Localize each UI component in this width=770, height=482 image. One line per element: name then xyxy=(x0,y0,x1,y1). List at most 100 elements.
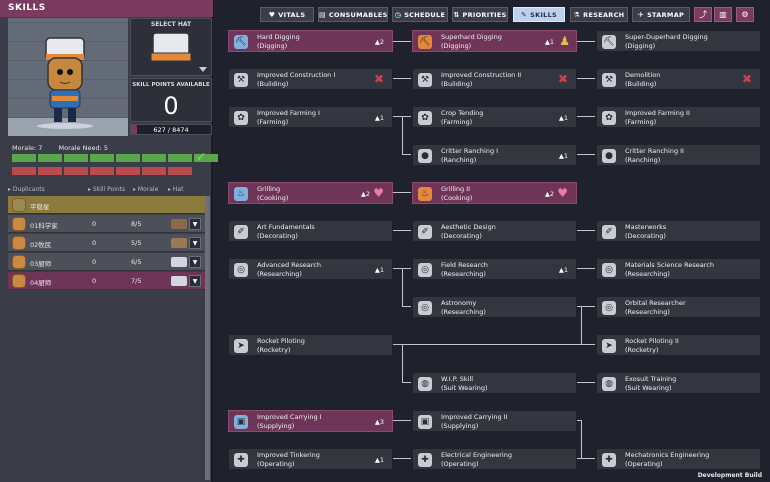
skills-side-panel: SKILLS SELECT HAT SKILL POINTS AVAILABLE… xyxy=(0,0,218,482)
interest-heart-icon: ♥ xyxy=(373,186,384,200)
pickaxe-icon: ⛏ xyxy=(234,35,248,49)
checkmark-icon: ✔ xyxy=(196,150,207,164)
hammer-icon: ⚒ xyxy=(418,73,432,87)
skill-masterworks[interactable]: ✐ Masterworks (Decorating) xyxy=(596,220,761,242)
skill-superhard-digging[interactable]: ⛏ Superhard Digging (Digging) ▲1 ♟ xyxy=(412,30,577,52)
report-chart-icon[interactable]: ⤴ xyxy=(694,7,712,22)
skill-rocket-piloting-2[interactable]: ➤ Rocket Piloting II (Rocketry) xyxy=(596,334,761,356)
skill-improved-carrying-2[interactable]: ▣ Improved Carrying II (Supplying) xyxy=(412,410,577,432)
skill-critter-ranching-2[interactable]: ● Critter Ranching II (Ranching) xyxy=(596,144,761,166)
duplicant-face-icon xyxy=(12,274,26,288)
skill-rocket-piloting[interactable]: ➤ Rocket Piloting (Rocketry) xyxy=(228,334,393,356)
hat-dropdown-button[interactable]: ▼ xyxy=(189,256,201,268)
tab-vitals[interactable]: ♥ VITALS xyxy=(260,7,314,22)
flask-icon: ⚗ xyxy=(573,11,581,19)
experience-bar: 627 / 8474 xyxy=(130,124,212,135)
duplicant-portrait xyxy=(8,18,128,136)
morale-need-bar-red xyxy=(142,167,166,175)
locked-x-icon: ✖ xyxy=(557,72,568,86)
duplicant-row[interactable]: 03厨师 0 6/5 ▼ xyxy=(8,253,205,271)
wrench-icon: ✚ xyxy=(234,453,248,467)
tab-consumables[interactable]: ▤ CONSUMABLES xyxy=(318,7,388,22)
morale-need-bar-red xyxy=(12,167,36,175)
skill-critter-ranching-1[interactable]: ● Critter Ranching I (Ranching) ▲1 xyxy=(412,144,577,166)
tab-priorities[interactable]: ⇅ PRIORITIES xyxy=(452,7,508,22)
skill-electrical-engineering[interactable]: ✚ Electrical Engineering (Operating) xyxy=(412,448,577,470)
morale-row: Morale: 7 Morale Need: 5 xyxy=(12,144,122,152)
skill-wip-skill[interactable]: ◍ W.I.P. Skill (Suit Wearing) xyxy=(412,372,577,394)
pickaxe-icon: ⛏ xyxy=(602,35,616,49)
hat-dropdown-button[interactable]: ▼ xyxy=(189,275,201,287)
duplicant-face-icon xyxy=(12,255,26,269)
codex-book-icon[interactable]: ▥ xyxy=(714,7,732,22)
plant-icon: ✿ xyxy=(234,111,248,125)
hat-selector[interactable]: SELECT HAT xyxy=(130,18,212,76)
plant-icon: ✿ xyxy=(418,111,432,125)
list-scrollbar[interactable] xyxy=(205,196,210,480)
skill-mechatronics-engineering[interactable]: ✚ Mechatronics Engineering (Operating) xyxy=(596,448,761,470)
skill-grilling[interactable]: ♨ Grilling (Cooking) ▲2 ♥ xyxy=(228,182,393,204)
duplicant-face-icon xyxy=(12,217,26,231)
header-duplicants[interactable]: ▸ Duplicants xyxy=(8,186,45,193)
research-icon: ◎ xyxy=(234,263,248,277)
skill-astronomy[interactable]: ◎ Astronomy (Researching) xyxy=(412,296,577,318)
skill-hard-digging[interactable]: ⛏ Hard Digging (Digging) ▲2 xyxy=(228,30,393,52)
mastery-count: ▲1 xyxy=(374,456,384,464)
colony-group-row: 平稳星 xyxy=(8,196,205,214)
tab-schedule[interactable]: ◷ SCHEDULE xyxy=(392,7,448,22)
mastery-count: ▲1 xyxy=(558,266,568,274)
morale-need-label: Morale Need: 5 xyxy=(58,144,109,152)
skill-materials-science-research[interactable]: ◎ Materials Science Research (Researching) xyxy=(596,258,761,280)
panel-title: SKILLS xyxy=(0,0,213,17)
skill-aesthetic-design[interactable]: ✐ Aesthetic Design (Decorating) xyxy=(412,220,577,242)
skill-points-value: 0 xyxy=(163,92,179,120)
header-hat[interactable]: ▸ Hat xyxy=(168,186,183,193)
skill-advanced-research[interactable]: ◎ Advanced Research (Researching) ▲1 xyxy=(228,258,393,280)
hat-dropdown-button[interactable]: ▼ xyxy=(189,237,201,249)
research-icon: ◎ xyxy=(418,263,432,277)
mastery-count: ▲1 xyxy=(558,152,568,160)
tab-research[interactable]: ⚗ RESEARCH xyxy=(570,7,628,22)
skill-improved-farming-2[interactable]: ✿ Improved Farming II (Farming) xyxy=(596,106,761,128)
tab-starmap[interactable]: ✈ STARMAP xyxy=(632,7,690,22)
header-skill-points[interactable]: ▸ Skill Points xyxy=(88,186,125,193)
clock-icon: ◷ xyxy=(394,11,402,19)
skill-improved-construction-1[interactable]: ⚒ Improved Construction I (Building) ✖ xyxy=(228,68,393,90)
cooking-icon: ♨ xyxy=(234,187,248,201)
priorities-icon: ⇅ xyxy=(453,11,460,19)
skill-demolition[interactable]: ⚒ Demolition (Building) ✖ xyxy=(596,68,761,90)
experience-text: 627 / 8474 xyxy=(153,126,189,134)
skill-improved-tinkering[interactable]: ✚ Improved Tinkering (Operating) ▲1 xyxy=(228,448,393,470)
morale-bar-green xyxy=(64,154,88,162)
duplicant-row[interactable]: 02牧民 0 5/5 ▼ xyxy=(8,234,205,252)
brush-icon: ✐ xyxy=(418,225,432,239)
skill-exosuit-training[interactable]: ◍ Exosuit Training (Suit Wearing) xyxy=(596,372,761,394)
morale-need-bar-red xyxy=(116,167,140,175)
skill-improved-farming-1[interactable]: ✿ Improved Farming I (Farming) ▲1 xyxy=(228,106,393,128)
research-icon: ◎ xyxy=(418,301,432,315)
skill-art-fundamentals[interactable]: ✐ Art Fundamentals (Decorating) xyxy=(228,220,393,242)
morale-bar-green xyxy=(90,154,114,162)
settings-gear-icon[interactable]: ⚙ xyxy=(736,7,754,22)
duplicant-row-selected[interactable]: 04厨师 0 7/5 ▼ xyxy=(8,272,205,290)
skill-grilling-2[interactable]: ♨ Grilling II (Cooking) ▲2 ♥ xyxy=(412,182,577,204)
morale-need-bar-red xyxy=(64,167,88,175)
skill-improved-construction-2[interactable]: ⚒ Improved Construction II (Building) ✖ xyxy=(412,68,577,90)
tab-skills[interactable]: ✎ SKILLS xyxy=(513,7,565,22)
skill-super-duperhard-digging[interactable]: ⛏ Super-Duperhard Digging (Digging) xyxy=(596,30,761,52)
header-morale[interactable]: ▸ Morale xyxy=(133,186,158,193)
skill-field-research[interactable]: ◎ Field Research (Researching) ▲1 xyxy=(412,258,577,280)
hat-dropdown-button[interactable]: ▼ xyxy=(189,218,201,230)
chef-hat-icon xyxy=(150,32,207,72)
skill-crop-tending[interactable]: ✿ Crop Tending (Farming) ▲1 xyxy=(412,106,577,128)
morale-bar-green xyxy=(116,154,140,162)
wrench-icon: ✎ xyxy=(520,11,528,19)
skill-improved-carrying-1[interactable]: ▣ Improved Carrying I (Supplying) ▲3 xyxy=(228,410,393,432)
mastery-count: ▲1 xyxy=(374,266,384,274)
skill-orbital-researcher[interactable]: ◎ Orbital Researcher (Researching) xyxy=(596,296,761,318)
duplicant-row[interactable]: 01科学家 0 8/5 ▼ xyxy=(8,215,205,233)
suit-icon: ◍ xyxy=(602,377,616,391)
morale-need-bar-red xyxy=(38,167,62,175)
morale-bar-green xyxy=(12,154,36,162)
skill-points-panel: SKILL POINTS AVAILABLE 0 xyxy=(130,78,212,122)
